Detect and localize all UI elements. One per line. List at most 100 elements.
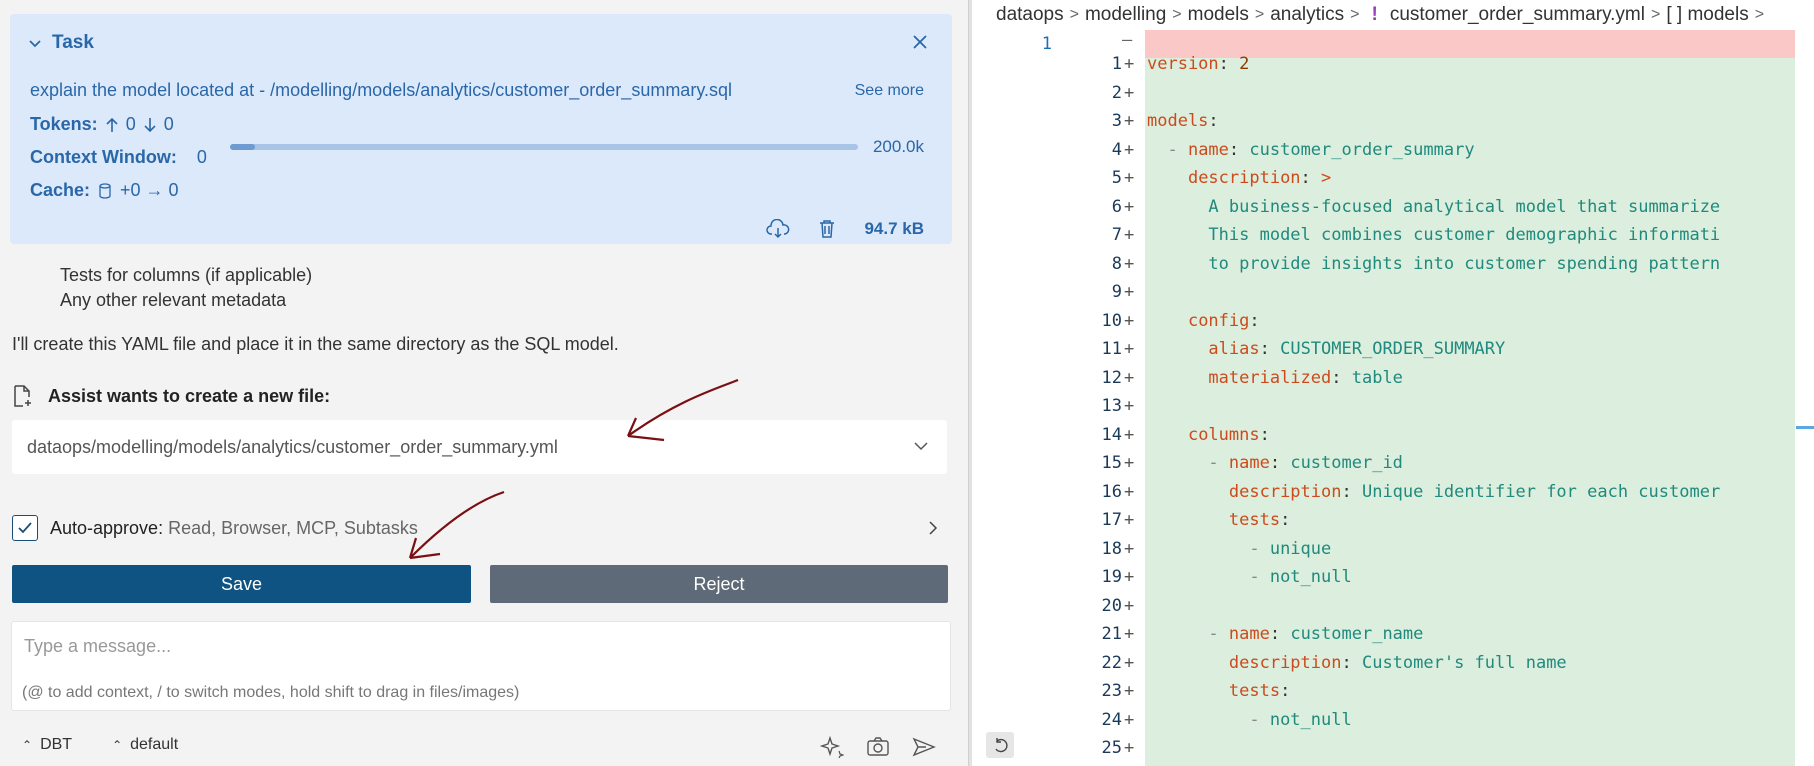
breadcrumb-item[interactable]: dataops: [996, 4, 1064, 26]
context-label: Context Window:: [30, 147, 177, 167]
sparkle-icon[interactable]: [820, 736, 844, 758]
plus-marker: +: [1124, 538, 1135, 559]
plus-marker: +: [1124, 367, 1135, 388]
code-line[interactable]: 13 +: [972, 396, 1814, 425]
cloud-download-icon[interactable]: [766, 219, 790, 239]
code-text: materialized: table: [1208, 367, 1403, 388]
code-line[interactable]: 12 + materialized: table: [972, 368, 1814, 397]
code-line[interactable]: 22 + description: Customer's full name: [972, 653, 1814, 682]
code-line[interactable]: 24 + - not_null: [972, 710, 1814, 739]
code-line[interactable]: 15 + - name: customer_id: [972, 453, 1814, 482]
code-line[interactable]: 8 + to provide insights into customer spe…: [972, 254, 1814, 283]
line-number: 12: [1101, 367, 1122, 388]
plus-marker: +: [1124, 282, 1135, 302]
line-number: 21: [1101, 624, 1122, 644]
line-number: 19: [1101, 567, 1122, 587]
code-line[interactable]: 21 + - name: customer_name: [972, 624, 1814, 653]
code-line[interactable]: 11 + alias: CUSTOMER_ORDER_SUMMARY: [972, 339, 1814, 368]
auto-approve-label: Auto-approve:: [50, 517, 164, 538]
auto-approve-row[interactable]: Auto-approve: Read, Browser, MCP, Subtas…: [12, 515, 418, 541]
breadcrumb-item[interactable]: models: [1188, 4, 1249, 26]
tokens-up: 0: [125, 114, 136, 134]
task-footer: 94.7 kB: [766, 219, 924, 239]
code-line[interactable]: 6 + A business-focused analytical model t…: [972, 197, 1814, 226]
code-line[interactable]: 9 +: [972, 282, 1814, 311]
camera-icon[interactable]: [866, 736, 890, 758]
breadcrumb-sep: >: [1350, 6, 1360, 23]
code-line[interactable]: 18 + - unique: [972, 539, 1814, 568]
code-line[interactable]: 5 + description: >: [972, 168, 1814, 197]
trash-icon[interactable]: [818, 219, 836, 239]
code-line[interactable]: 17 + tests:: [972, 510, 1814, 539]
task-size: 94.7 kB: [864, 219, 924, 238]
code-text: A business-focused analytical model that…: [1208, 196, 1721, 217]
code-line[interactable]: 14 + columns:: [972, 425, 1814, 454]
diff-editor[interactable]: 1 — 1 + version: 2 2 +3 + models: 4 + - name: cu…: [972, 30, 1814, 766]
mode-label: DBT: [40, 736, 73, 753]
code-line[interactable]: 25 +: [972, 738, 1814, 766]
chevron-down-icon[interactable]: [913, 438, 929, 454]
plus-marker: +: [1124, 339, 1135, 359]
line-number: 23: [1101, 681, 1122, 701]
new-file-header: Assist wants to create a new file:: [12, 384, 330, 408]
line-number: 10: [1101, 310, 1122, 331]
breadcrumb-sep: >: [1069, 6, 1079, 23]
code-line[interactable]: 4 + - name: customer_order_summary: [972, 140, 1814, 169]
save-button[interactable]: Save: [12, 565, 471, 603]
profile-selector[interactable]: ⌃ default: [112, 736, 178, 754]
breadcrumb: dataops > modelling > models > analytics > !…: [996, 4, 1764, 26]
chevron-right-icon[interactable]: [926, 521, 940, 535]
file-path-box[interactable]: dataops/modelling/models/analytics/custo…: [12, 420, 947, 474]
code-line[interactable]: 16 + description: Unique identifier for e…: [972, 482, 1814, 511]
plus-marker: +: [1124, 310, 1135, 331]
breadcrumb-sep: >: [1254, 6, 1265, 23]
breadcrumb-item[interactable]: customer_order_summary.yml: [1390, 4, 1645, 26]
chat-panel: Task explain the model located at - /mod…: [0, 0, 968, 766]
close-icon[interactable]: [910, 32, 930, 52]
code-line[interactable]: 1 + version: 2: [972, 54, 1814, 83]
code-line[interactable]: 3 + models:: [972, 111, 1814, 140]
send-icon[interactable]: [912, 736, 936, 758]
line-number: 18: [1101, 538, 1122, 559]
task-title: Task: [52, 32, 94, 53]
plus-marker: +: [1124, 82, 1135, 103]
code-text: alias: CUSTOMER_ORDER_SUMMARY: [1208, 339, 1506, 359]
code-line[interactable]: 7 + This model combines customer demograp…: [972, 225, 1814, 254]
code-line[interactable]: 19 + - not_null: [972, 567, 1814, 596]
code-text: description: Unique identifier for each …: [1228, 481, 1721, 502]
line-number: 11: [1101, 339, 1122, 359]
undo-button[interactable]: [986, 732, 1014, 758]
chevron-up-icon: ⌃: [22, 738, 33, 752]
code-text: - name: customer_name: [1147, 624, 1424, 644]
file-path: dataops/modelling/models/analytics/custo…: [27, 437, 558, 457]
breadcrumb-item[interactable]: [ ] models: [1666, 4, 1748, 26]
plus-marker: +: [1124, 624, 1135, 644]
code-text: - not_null: [1147, 709, 1352, 730]
see-more-link[interactable]: See more: [855, 82, 924, 100]
minus-marker: —: [1122, 30, 1133, 50]
code-line[interactable]: 2 +: [972, 83, 1814, 112]
profile-label: default: [130, 736, 179, 753]
tokens-down: 0: [163, 114, 174, 134]
code-line[interactable]: 10 + config:: [972, 311, 1814, 340]
line-number: 3: [1111, 111, 1122, 131]
auto-approve-checkbox[interactable]: [12, 515, 38, 541]
code-line[interactable]: 23 + tests:: [972, 681, 1814, 710]
code-text: - name: customer_order_summary: [1147, 139, 1475, 160]
breadcrumb-item[interactable]: analytics: [1270, 4, 1344, 26]
chevron-up-icon: ⌃: [112, 738, 123, 752]
code-line[interactable]: 20 +: [972, 596, 1814, 625]
editor-panel: dataops > modelling > models > analytics > !…: [972, 0, 1814, 766]
mode-selector[interactable]: ⌃ DBT: [22, 736, 72, 754]
breadcrumb-item[interactable]: modelling: [1085, 4, 1166, 26]
new-file-icon: [14, 385, 31, 407]
plus-marker: +: [1124, 681, 1135, 701]
reject-button[interactable]: Reject: [490, 565, 948, 603]
plus-marker: +: [1124, 196, 1135, 217]
message-input[interactable]: Type a message... (@ to add context, / t…: [11, 621, 951, 711]
line-number: 20: [1101, 595, 1122, 616]
line-number: 25: [1101, 738, 1122, 758]
task-header[interactable]: Task: [28, 32, 94, 54]
chevron-down-icon[interactable]: [28, 36, 42, 50]
line-number: 1: [1111, 54, 1122, 74]
